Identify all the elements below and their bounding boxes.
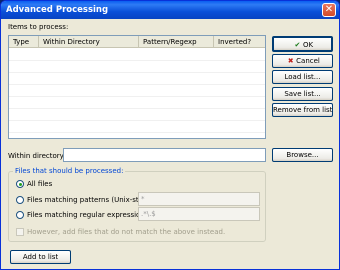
table-row: [9, 96, 265, 97]
invert-match-label[interactable]: However, add files that do not match the…: [27, 228, 225, 236]
ok-label: OK: [302, 41, 314, 49]
add-to-list-button[interactable]: Add to list: [10, 250, 71, 264]
window-title: Advanced Processing: [6, 5, 109, 15]
ok-button[interactable]: ✔ OK: [272, 36, 333, 52]
regex-label[interactable]: Files matching regular expression:: [27, 211, 147, 219]
checkmark-icon: ✔: [294, 41, 301, 49]
load-list-button[interactable]: Load list...: [272, 70, 333, 84]
regex-radio[interactable]: [16, 211, 24, 219]
table-row: [9, 60, 265, 61]
table-row: [9, 84, 265, 85]
table-row: [9, 72, 265, 73]
browse-button[interactable]: Browse...: [272, 148, 333, 162]
unix-patterns-label[interactable]: Files matching patterns (Unix-style):: [27, 196, 154, 204]
cancel-x-icon: ✖: [287, 57, 294, 65]
unix-patterns-radio[interactable]: [16, 196, 24, 204]
items-table[interactable]: Type Within Directory Pattern/Regexp Inv…: [8, 35, 266, 139]
title-bar: Advanced Processing: [1, 1, 339, 19]
table-row: [9, 120, 265, 121]
column-inverted[interactable]: Inverted?: [214, 36, 267, 48]
close-icon[interactable]: ✕: [322, 3, 336, 17]
column-within-directory[interactable]: Within Directory: [39, 36, 139, 48]
table-row: [9, 108, 265, 109]
table-row: [9, 132, 265, 133]
advanced-processing-window: Advanced Processing ✕ Items to process: …: [0, 0, 340, 270]
all-files-label[interactable]: All files: [27, 180, 52, 188]
cancel-label: Cancel: [296, 57, 320, 65]
table-header: Type Within Directory Pattern/Regexp Inv…: [9, 36, 265, 48]
regex-input[interactable]: .*\.$: [138, 207, 260, 221]
invert-match-checkbox[interactable]: [16, 228, 24, 236]
remove-from-list-button[interactable]: Remove from list: [272, 103, 333, 117]
column-pattern-regexp[interactable]: Pattern/Regexp: [139, 36, 214, 48]
within-directory-input[interactable]: [63, 148, 266, 162]
column-type[interactable]: Type: [9, 36, 39, 48]
items-to-process-label: Items to process:: [8, 23, 69, 31]
all-files-radio[interactable]: [16, 180, 24, 188]
files-group-legend: Files that should be processed:: [13, 167, 126, 175]
save-list-button[interactable]: Save list...: [272, 87, 333, 101]
within-directory-label: Within directory:: [8, 152, 66, 160]
unix-pattern-input[interactable]: *: [138, 192, 260, 206]
cancel-button[interactable]: ✖ Cancel: [272, 54, 333, 68]
